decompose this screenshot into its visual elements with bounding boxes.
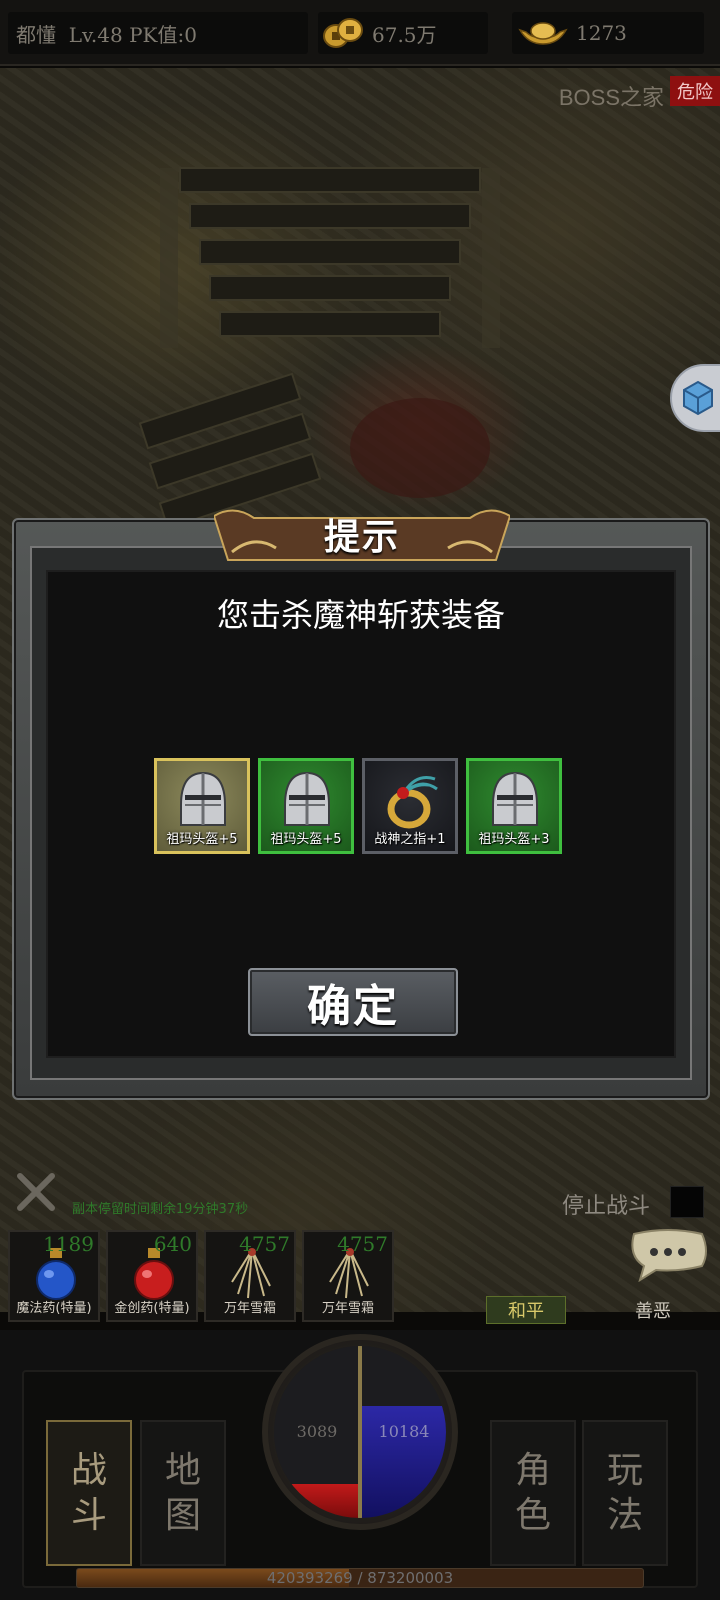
temple-stairs-backdrop [138,167,500,530]
quick-slot[interactable]: 640 金创药(特量) [106,1230,198,1322]
nav-character-line1: 角 [514,1450,551,1491]
drop-list: 祖玛头盔+5 祖玛头盔+5 战神之指+1 祖玛头盔+3 [154,758,564,856]
nav-map-line2: 图 [164,1495,201,1536]
quick-slot[interactable]: 4757 万年雪霜 [302,1230,394,1322]
drop-item-label: 祖玛头盔+5 [270,832,342,847]
slot-count: 4757 [239,1232,290,1256]
slot-label: 金创药(特量) [114,1301,190,1316]
gold-ingot-icon [518,22,568,45]
player-info-text: 都懂 Lv.48 PK值:0 [16,22,197,47]
hp-value: 3089 [296,1422,338,1441]
slot-count: 640 [153,1232,192,1256]
drop-item[interactable]: 祖玛头盔+5 [258,758,354,854]
drop-item[interactable]: 战神之指+1 [362,758,458,854]
ingot-amount: 1273 [576,21,627,45]
nav-gameplay-line1: 玩 [606,1450,643,1491]
hp-mp-orb: 3089 10184 [274,1346,446,1518]
gold-amount: 67.5万 [372,22,437,47]
peace-mode-button[interactable]: 和平 [486,1296,566,1324]
player-info[interactable]: 都懂 Lv.48 PK值:0 [8,12,308,54]
chat-bubble-icon[interactable] [626,1228,710,1282]
drop-item-label: 祖玛头盔+3 [478,832,550,847]
slot-label: 万年雪霜 [223,1301,276,1316]
drop-item-label: 祖玛头盔+5 [166,832,238,847]
nav-character-line2: 色 [514,1495,551,1536]
drop-item-label: 战神之指+1 [374,832,446,847]
dialog-message: 您击杀魔神斩获装备 [216,596,505,634]
slot-count: 4757 [337,1232,388,1256]
good-evil-mode-button[interactable]: 善恶 [618,1296,688,1324]
hp-fill [274,1483,360,1518]
cube-icon [683,380,713,416]
mp-value: 10184 [378,1422,430,1441]
close-icon[interactable] [14,1170,58,1214]
loot-dialog: 提示 您击杀魔神斩获装备 祖玛头盔+5 祖玛头盔+5 战神之指+1 祖玛头盔+3… [12,509,710,1100]
stop-battle-label: 停止战斗 [562,1194,651,1219]
gold-coin-icon [323,18,363,48]
nav-map-line1: 地 [164,1450,201,1491]
helmet-icon [180,771,226,826]
slot-label: 魔法药(特量) [16,1301,92,1316]
drop-item[interactable]: 祖玛头盔+3 [466,758,562,854]
ingot-counter[interactable]: 1273 [512,12,704,54]
quick-slot[interactable]: 4757 万年雪霜 [204,1230,296,1322]
instance-timer: 副本停留时间剩余19分钟37秒 [72,1202,249,1217]
helmet-icon [284,771,330,826]
side-menu-tab[interactable] [670,364,720,432]
slot-label: 万年雪霜 [321,1301,374,1316]
dialog-title: 提示 [323,517,400,558]
stop-battle-checkbox[interactable] [670,1186,704,1218]
danger-badge: 危险 [670,76,720,106]
quick-slot[interactable]: 1189 魔法药(特量) [8,1230,100,1322]
exp-text: 420393269 / 873200003 [266,1569,454,1587]
helmet-icon [492,771,538,826]
top-status-bar: 都懂 Lv.48 PK值:0 67.5万 1273 [0,0,720,66]
drop-item[interactable]: 祖玛头盔+5 [154,758,250,854]
nav-gameplay[interactable]: 玩 法 [582,1420,668,1566]
zone-name: BOSS之家 [558,85,664,110]
slot-count: 1189 [43,1232,94,1256]
nav-map[interactable]: 地 图 [140,1420,226,1566]
exp-bar: 420393269 / 873200003 [76,1568,644,1588]
nav-battle-line1: 战 [70,1450,107,1491]
confirm-button[interactable]: 确定 [248,968,458,1036]
nav-gameplay-line2: 法 [606,1495,643,1536]
nav-battle[interactable]: 战 斗 [46,1420,132,1566]
nav-character[interactable]: 角 色 [490,1420,576,1566]
nav-battle-line2: 斗 [70,1495,107,1536]
gold-counter[interactable]: 67.5万 [318,12,488,54]
ring-icon [387,776,438,829]
bottom-panel: 战 斗 地 图 角 色 玩 法 3089 10184 420393269 / 8… [0,1330,720,1600]
